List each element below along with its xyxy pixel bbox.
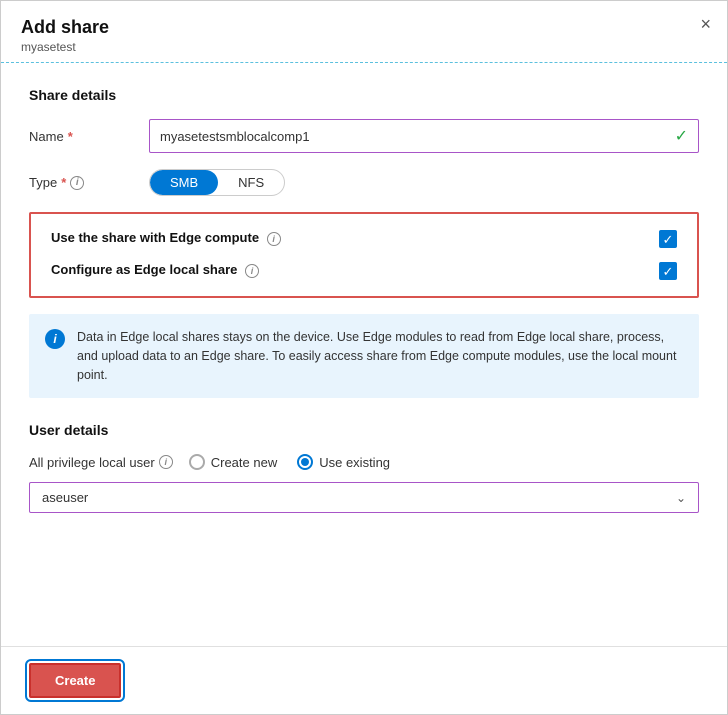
name-input[interactable]: myasetestsmblocalcomp1 ✓ (149, 119, 699, 153)
create-button[interactable]: Create (29, 663, 121, 698)
edge-local-checkbox[interactable]: ✓ (659, 262, 677, 280)
name-label: Name * (29, 129, 149, 144)
dialog-footer: Create (1, 646, 727, 714)
info-circle-icon: i (45, 329, 65, 349)
create-new-label: Create new (211, 455, 277, 470)
type-label: Type * i (29, 175, 149, 190)
name-row: Name * myasetestsmblocalcomp1 ✓ (29, 119, 699, 153)
dialog-header: Add share myasetest × (1, 1, 727, 63)
create-new-option[interactable]: Create new (189, 454, 277, 470)
dialog-subtitle: myasetest (21, 40, 707, 54)
privilege-label: All privilege local user i (29, 455, 173, 470)
edge-compute-checkmark: ✓ (663, 233, 674, 246)
edge-compute-info-icon: i (267, 232, 281, 246)
edge-local-info-icon: i (245, 264, 259, 278)
user-details-section: User details All privilege local user i … (29, 422, 699, 513)
edge-local-label: Configure as Edge local share i (51, 262, 659, 278)
dialog-title: Add share (21, 17, 707, 38)
name-required: * (68, 129, 73, 144)
add-share-dialog: Add share myasetest × Share details Name… (0, 0, 728, 715)
privilege-info-icon: i (159, 455, 173, 469)
smb-toggle[interactable]: SMB (150, 170, 218, 195)
nfs-toggle[interactable]: NFS (218, 170, 284, 195)
type-required: * (61, 175, 66, 190)
privilege-row: All privilege local user i Create new Us… (29, 454, 699, 470)
edge-local-checkmark: ✓ (663, 265, 674, 278)
edge-compute-row: Use the share with Edge compute i ✓ (51, 230, 677, 248)
dropdown-value: aseuser (42, 490, 88, 505)
edge-compute-checkbox[interactable]: ✓ (659, 230, 677, 248)
dialog-body: Share details Name * myasetestsmblocalco… (1, 63, 727, 646)
user-dropdown[interactable]: aseuser ⌄ (29, 482, 699, 513)
radio-group: Create new Use existing (189, 454, 390, 470)
use-existing-label: Use existing (319, 455, 390, 470)
use-existing-option[interactable]: Use existing (297, 454, 390, 470)
use-existing-radio[interactable] (297, 454, 313, 470)
check-icon: ✓ (675, 126, 688, 146)
edge-compute-label: Use the share with Edge compute i (51, 230, 659, 246)
edge-local-row: Configure as Edge local share i ✓ (51, 262, 677, 280)
edge-compute-box: Use the share with Edge compute i ✓ Conf… (29, 212, 699, 298)
type-toggle-group: SMB NFS (149, 169, 285, 196)
chevron-down-icon: ⌄ (676, 491, 686, 505)
info-text: Data in Edge local shares stays on the d… (77, 328, 683, 384)
info-box: i Data in Edge local shares stays on the… (29, 314, 699, 398)
create-new-radio[interactable] (189, 454, 205, 470)
type-row: Type * i SMB NFS (29, 169, 699, 196)
type-info-icon: i (70, 176, 84, 190)
share-details-title: Share details (29, 87, 699, 103)
close-button[interactable]: × (700, 15, 711, 33)
user-details-title: User details (29, 422, 699, 438)
